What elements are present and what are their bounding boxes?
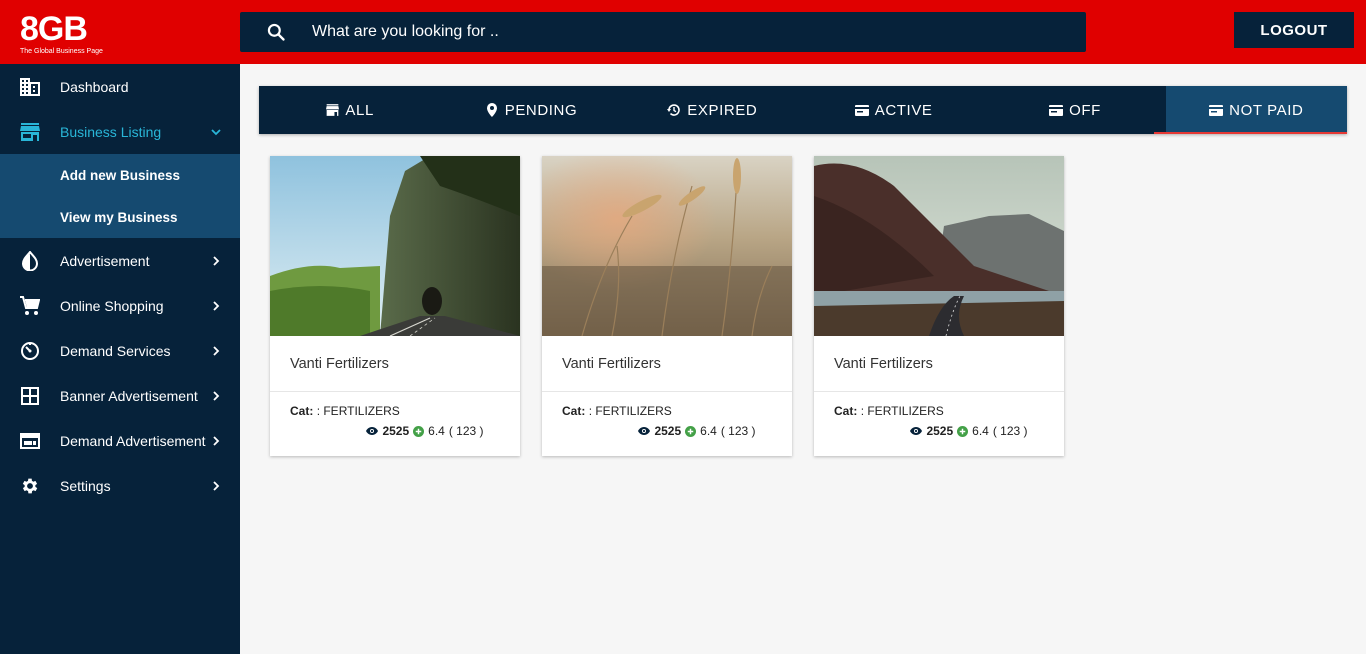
card-icon	[854, 103, 869, 117]
business-meta: Cat: : FERTILIZERS	[814, 392, 1064, 418]
store-icon	[325, 103, 339, 117]
category-label: Cat:	[290, 404, 314, 418]
plus-circle-icon	[413, 425, 425, 437]
grid-icon	[20, 386, 40, 406]
chevron-right-icon	[213, 480, 220, 491]
rating-value: 6.4	[972, 424, 989, 438]
tab-off[interactable]: OFF	[984, 86, 1165, 134]
tab-active[interactable]: ACTIVE	[803, 86, 984, 134]
tab-label: ACTIVE	[874, 101, 933, 119]
tab-not-paid[interactable]: NOT PAID	[1153, 86, 1348, 134]
building-icon	[20, 77, 40, 97]
card-icon	[1049, 103, 1064, 117]
logo-text: 8GB	[20, 10, 88, 48]
rating-value: 6.4	[428, 424, 445, 438]
contrast-icon	[20, 250, 40, 271]
category-label: Cat:	[562, 404, 586, 418]
sidebar-item-demand-advertisement[interactable]: Demand Advertisement	[0, 418, 240, 463]
sidebar-item-label: Dashboard	[60, 78, 129, 95]
category-value: : FERTILIZERS	[588, 404, 672, 418]
timer-icon	[20, 341, 40, 361]
eye-icon	[366, 427, 379, 435]
sidebar-item-dashboard[interactable]: Dashboard	[0, 64, 240, 109]
tab-all[interactable]: ALL	[259, 86, 440, 134]
search-bar	[240, 12, 1086, 52]
sidebar-item-view-my-business[interactable]: View my Business	[0, 196, 240, 238]
business-title: Vanti Fertilizers	[814, 336, 1064, 392]
sidebar-item-business-listing[interactable]: Business Listing	[0, 109, 240, 154]
business-meta: Cat: : FERTILIZERS	[542, 392, 792, 418]
rating-value: 6.4	[700, 424, 717, 438]
tab-label: OFF	[1069, 101, 1101, 119]
eye-icon	[910, 427, 923, 435]
view-count: 2525	[382, 424, 410, 438]
logo[interactable]: 8GB The Global Business Page	[20, 12, 110, 58]
sidebar-item-settings[interactable]: Settings	[0, 463, 240, 508]
tab-label: EXPIRED	[687, 101, 758, 119]
sidebar-item-banner-advertisement[interactable]: Banner Advertisement	[0, 373, 240, 418]
sidebar-item-demand-services[interactable]: Demand Services	[0, 328, 240, 373]
business-stats: 2525 6.4 ( 123 )	[542, 424, 792, 438]
pin-icon	[485, 103, 499, 117]
tab-label: ALL	[345, 101, 374, 119]
review-count: ( 123 )	[448, 424, 484, 438]
category-label: Cat:	[834, 404, 858, 418]
business-image-mountain-road	[814, 156, 1064, 336]
listing-filter-tabs: ALL PENDING EXPIRED ACTIVE OFF NOT PAID	[259, 86, 1348, 134]
category-value: : FERTILIZERS	[860, 404, 944, 418]
sidebar: Dashboard Business Listing Add new Busin…	[0, 64, 240, 654]
sidebar-item-online-shopping[interactable]: Online Shopping	[0, 283, 240, 328]
logo-tagline: The Global Business Page	[20, 48, 103, 55]
gear-icon	[20, 476, 40, 496]
chevron-right-icon	[213, 345, 220, 356]
chevron-right-icon	[213, 435, 220, 446]
chevron-down-icon	[211, 128, 221, 135]
chevron-right-icon	[213, 300, 220, 311]
card-icon	[1209, 103, 1224, 117]
business-stats: 2525 6.4 ( 123 )	[270, 424, 520, 438]
eye-icon	[638, 427, 651, 435]
logout-button[interactable]: LOGOUT	[1234, 12, 1354, 48]
business-title: Vanti Fertilizers	[542, 336, 792, 392]
view-count: 2525	[654, 424, 682, 438]
business-image-road-tunnel	[270, 156, 520, 336]
tab-label: PENDING	[504, 101, 578, 119]
sidebar-item-add-new-business[interactable]: Add new Business	[0, 154, 240, 196]
search-icon[interactable]	[240, 12, 312, 52]
business-card-list: Vanti Fertilizers Cat: : FERTILIZERS 252…	[270, 156, 1064, 456]
tab-expired[interactable]: EXPIRED	[622, 86, 803, 134]
review-count: ( 123 )	[720, 424, 756, 438]
search-input[interactable]	[312, 12, 1052, 52]
business-stats: 2525 6.4 ( 123 )	[814, 424, 1064, 438]
business-title: Vanti Fertilizers	[270, 336, 520, 392]
chevron-right-icon	[213, 255, 220, 266]
business-listing-submenu: Add new Business View my Business	[0, 154, 240, 238]
review-count: ( 123 )	[992, 424, 1028, 438]
top-bar: 8GB The Global Business Page LOGOUT	[0, 0, 1366, 64]
history-icon	[667, 103, 681, 117]
store-icon	[20, 122, 40, 142]
sidebar-item-advertisement[interactable]: Advertisement	[0, 238, 240, 283]
category-value: : FERTILIZERS	[316, 404, 400, 418]
plus-circle-icon	[685, 425, 697, 437]
view-count: 2525	[926, 424, 954, 438]
tab-label: NOT PAID	[1229, 101, 1304, 119]
business-card[interactable]: Vanti Fertilizers Cat: : FERTILIZERS 252…	[814, 156, 1064, 456]
cart-icon	[20, 295, 40, 316]
business-card[interactable]: Vanti Fertilizers Cat: : FERTILIZERS 252…	[542, 156, 792, 456]
plus-circle-icon	[957, 425, 969, 437]
business-image-wheat-field	[542, 156, 792, 336]
tab-pending[interactable]: PENDING	[440, 86, 621, 134]
business-card[interactable]: Vanti Fertilizers Cat: : FERTILIZERS 252…	[270, 156, 520, 456]
chevron-right-icon	[213, 390, 220, 401]
web-icon	[20, 431, 40, 451]
business-meta: Cat: : FERTILIZERS	[270, 392, 520, 418]
